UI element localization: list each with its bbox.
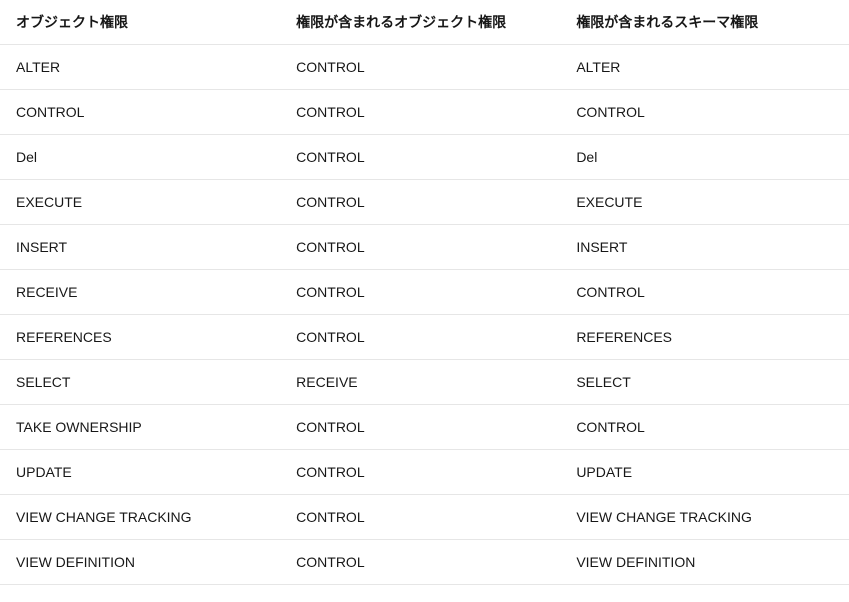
table-row: REFERENCES CONTROL REFERENCES — [0, 315, 849, 360]
table-row: EXECUTE CONTROL EXECUTE — [0, 180, 849, 225]
cell-implied-object-permission: CONTROL — [280, 180, 560, 225]
table-row: UPDATE CONTROL UPDATE — [0, 450, 849, 495]
cell-implied-object-permission: CONTROL — [280, 495, 560, 540]
cell-object-permission: RECEIVE — [0, 270, 280, 315]
table-row: VIEW DEFINITION CONTROL VIEW DEFINITION — [0, 540, 849, 585]
table-row: ALTER CONTROL ALTER — [0, 45, 849, 90]
permissions-table: オブジェクト権限 権限が含まれるオブジェクト権限 権限が含まれるスキーマ権限 A… — [0, 0, 849, 585]
cell-object-permission: VIEW CHANGE TRACKING — [0, 495, 280, 540]
table-header-row: オブジェクト権限 権限が含まれるオブジェクト権限 権限が含まれるスキーマ権限 — [0, 0, 849, 45]
cell-object-permission: EXECUTE — [0, 180, 280, 225]
cell-implied-schema-permission: VIEW CHANGE TRACKING — [560, 495, 849, 540]
cell-object-permission: ALTER — [0, 45, 280, 90]
cell-implied-schema-permission: CONTROL — [560, 270, 849, 315]
cell-object-permission: SELECT — [0, 360, 280, 405]
table-row: VIEW CHANGE TRACKING CONTROL VIEW CHANGE… — [0, 495, 849, 540]
cell-implied-schema-permission: UPDATE — [560, 450, 849, 495]
cell-object-permission: INSERT — [0, 225, 280, 270]
cell-implied-schema-permission: CONTROL — [560, 90, 849, 135]
cell-implied-schema-permission: EXECUTE — [560, 180, 849, 225]
table-row: Del CONTROL Del — [0, 135, 849, 180]
cell-implied-schema-permission: VIEW DEFINITION — [560, 540, 849, 585]
cell-implied-schema-permission: SELECT — [560, 360, 849, 405]
col-header-object-permission: オブジェクト権限 — [0, 0, 280, 45]
table-row: CONTROL CONTROL CONTROL — [0, 90, 849, 135]
cell-implied-object-permission: RECEIVE — [280, 360, 560, 405]
cell-object-permission: UPDATE — [0, 450, 280, 495]
cell-implied-object-permission: CONTROL — [280, 45, 560, 90]
col-header-implied-object-permission: 権限が含まれるオブジェクト権限 — [280, 0, 560, 45]
table-row: INSERT CONTROL INSERT — [0, 225, 849, 270]
cell-implied-object-permission: CONTROL — [280, 90, 560, 135]
cell-implied-schema-permission: REFERENCES — [560, 315, 849, 360]
cell-implied-object-permission: CONTROL — [280, 225, 560, 270]
cell-implied-object-permission: CONTROL — [280, 450, 560, 495]
cell-implied-object-permission: CONTROL — [280, 540, 560, 585]
cell-object-permission: VIEW DEFINITION — [0, 540, 280, 585]
cell-implied-object-permission: CONTROL — [280, 315, 560, 360]
table-row: SELECT RECEIVE SELECT — [0, 360, 849, 405]
cell-object-permission: REFERENCES — [0, 315, 280, 360]
cell-implied-schema-permission: CONTROL — [560, 405, 849, 450]
cell-implied-schema-permission: ALTER — [560, 45, 849, 90]
cell-object-permission: CONTROL — [0, 90, 280, 135]
table-row: RECEIVE CONTROL CONTROL — [0, 270, 849, 315]
cell-implied-schema-permission: INSERT — [560, 225, 849, 270]
cell-implied-object-permission: CONTROL — [280, 405, 560, 450]
cell-implied-object-permission: CONTROL — [280, 270, 560, 315]
table-row: TAKE OWNERSHIP CONTROL CONTROL — [0, 405, 849, 450]
cell-object-permission: TAKE OWNERSHIP — [0, 405, 280, 450]
cell-implied-object-permission: CONTROL — [280, 135, 560, 180]
col-header-implied-schema-permission: 権限が含まれるスキーマ権限 — [560, 0, 849, 45]
cell-object-permission: Del — [0, 135, 280, 180]
cell-implied-schema-permission: Del — [560, 135, 849, 180]
